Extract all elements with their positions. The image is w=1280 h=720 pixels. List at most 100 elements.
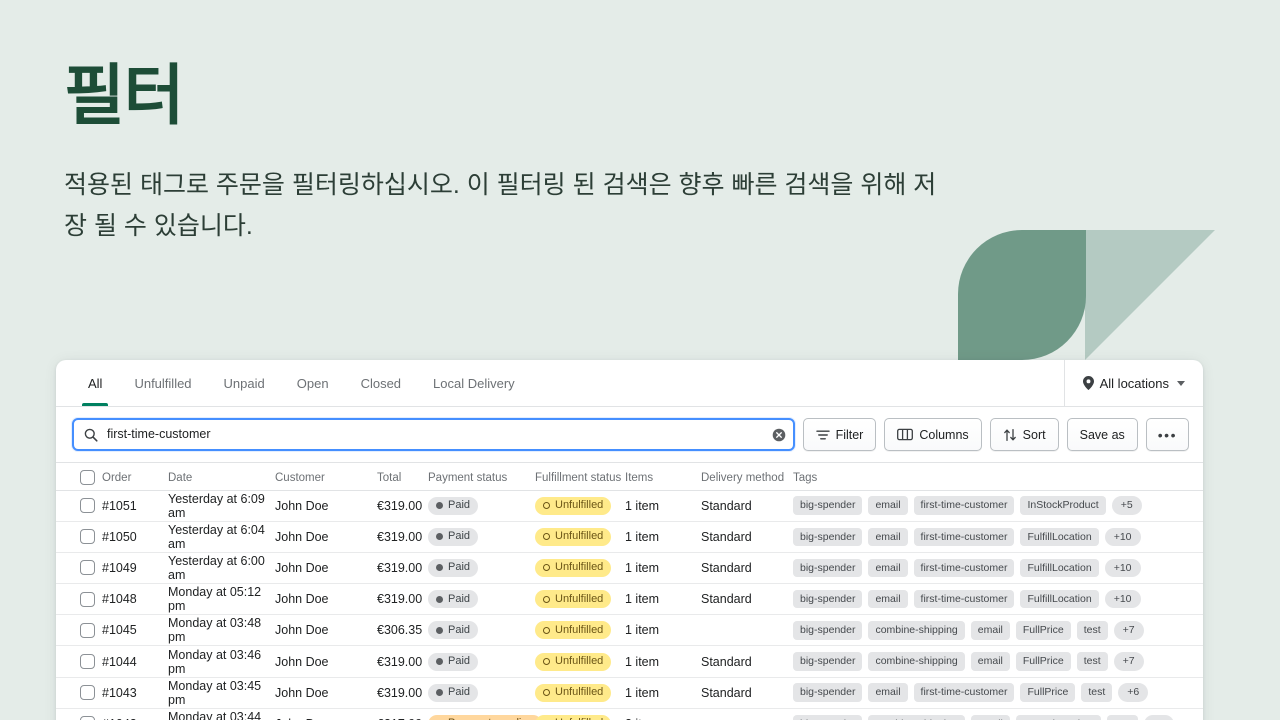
tag-chip[interactable]: big-spender [793,621,863,640]
table-row[interactable]: #1044 Monday at 03:46 pm John Doe €319.00 Pa… [56,646,1203,678]
location-filter-button[interactable]: All locations [1063,360,1203,406]
row-checkbox[interactable] [80,654,95,670]
column-header-date[interactable]: Date [168,463,275,491]
table-row[interactable]: #1051 Yesterday at 6:09 am John Doe €319.00… [56,490,1203,522]
save-as-button[interactable]: Save as [1066,418,1138,451]
tag-overflow-count[interactable]: +7 [1113,652,1144,671]
row-checkbox[interactable] [80,622,95,638]
tab-open[interactable]: Open [281,360,345,406]
tag-chip[interactable]: test [1081,683,1113,702]
status-badge-label: Unfulfilled [555,686,604,699]
status-badge-label: Paid [448,623,471,636]
tag-chip[interactable]: FulfillLocation [1020,527,1099,547]
filter-button[interactable]: Filter [802,418,877,451]
column-header-items[interactable]: Items [625,463,701,491]
tag-chip[interactable]: FulfillLocation [1020,589,1099,609]
tag-chip[interactable]: InStockProduct [1020,496,1106,515]
tag-chip[interactable]: big-spender [793,714,863,720]
tab-unpaid[interactable]: Unpaid [208,360,281,406]
tag-chip[interactable]: FullPrice [1020,683,1076,702]
tag-chip[interactable]: big-spender [793,496,863,515]
tags-cell: big-spender combine-shipping email FullPric… [793,646,1203,677]
tag-chip[interactable]: combine-shipping [868,652,965,671]
status-dot-icon [436,658,443,666]
order-number: #1045 [102,623,137,638]
select-all-checkbox[interactable] [80,470,95,486]
map-pin-icon [1082,376,1094,390]
sort-button[interactable]: Sort [989,418,1059,451]
status-dot-icon [436,533,443,541]
row-checkbox[interactable] [80,498,95,514]
status-badge: Paid [428,590,479,609]
row-checkbox[interactable] [80,685,95,701]
column-header-total[interactable]: Total [377,463,428,491]
order-number: #1048 [102,592,137,607]
tab-all[interactable]: All [72,360,118,406]
tag-chip[interactable]: FullPrice [1015,652,1071,671]
columns-button[interactable]: Columns [884,418,982,451]
row-checkbox[interactable] [80,529,95,545]
tag-chip[interactable]: test [1076,652,1108,671]
ellipsis-icon: ••• [1157,426,1177,443]
tab-label: Closed [360,375,402,391]
tag-list: big-spender combine-shipping email FullPric… [793,621,1203,640]
payment-status-cell: Payment pending [428,708,542,720]
tag-chip[interactable]: email [868,589,908,609]
tag-chip[interactable]: big-spender [793,589,863,609]
tag-chip[interactable]: email [868,527,908,547]
table-row[interactable]: #1042Monday at 03:44 pm John Doe€317.99Pa… [56,708,1203,720]
tag-chip[interactable]: test [1107,714,1138,720]
column-header-customer[interactable]: Customer [275,463,377,491]
tag-chip[interactable]: email [868,683,908,702]
tag-chip[interactable]: email [970,652,1010,671]
tag-overflow-count[interactable]: +10 [1104,558,1141,578]
tag-chip[interactable]: InStockProduct [1015,714,1102,720]
tag-overflow-count[interactable]: +7 [1113,621,1144,640]
tab-closed[interactable]: Closed [345,360,417,406]
table-row[interactable]: #1043 Monday at 03:45 pm John Doe €319.00 Pa… [56,677,1203,709]
tag-chip[interactable]: email [868,558,908,578]
clear-search-icon[interactable] [772,428,786,442]
row-checkbox[interactable] [80,591,95,607]
tag-overflow-count[interactable]: +5 [1111,496,1142,515]
tag-chip[interactable]: first-time-customer [913,683,1015,702]
tag-chip[interactable]: first-time-customer [913,496,1015,515]
tag-chip[interactable]: first-time-customer [913,589,1015,609]
tag-chip[interactable]: test [1076,621,1108,640]
tag-overflow-count[interactable]: +6 [1118,683,1149,702]
tag-chip[interactable]: big-spender [793,652,863,671]
tag-chip[interactable]: FullPrice [1015,621,1071,640]
tag-chip[interactable]: big-spender [793,683,863,702]
tag-chip[interactable]: big-spender [793,527,863,547]
tag-overflow-count[interactable]: +10 [1104,589,1141,609]
column-header-delivery-method[interactable]: Delivery method [701,463,793,491]
tag-chip[interactable]: email [868,496,908,515]
tab-unfulfilled[interactable]: Unfulfilled [118,360,207,406]
column-header-order[interactable]: Order [102,463,168,491]
tag-chip[interactable]: email [970,714,1010,720]
tag-overflow-count[interactable]: +10 [1104,527,1141,547]
column-header-tags[interactable]: Tags [793,463,1203,491]
table-row[interactable]: #1050 Yesterday at 6:04 am John Doe €319.00… [56,521,1203,553]
table-row[interactable]: #1049 Yesterday at 6:00 am John Doe €319.00… [56,552,1203,584]
search-input[interactable]: first-time-customer [72,418,795,451]
columns-button-label: Columns [919,427,969,442]
more-actions-button[interactable]: ••• [1145,418,1189,451]
tag-chip[interactable]: combine-shipping [868,714,965,720]
table-row[interactable]: #1048 Monday at 05:12 pm John Doe €319.00 Pa… [56,584,1203,615]
tag-chip[interactable]: email [970,621,1010,640]
tab-local-delivery[interactable]: Local Delivery [417,360,531,406]
column-header-fulfillment-status[interactable]: Fulfillment status [535,463,625,491]
tag-chip[interactable]: first-time-customer [913,558,1015,578]
row-select-cell [56,708,102,720]
table-row[interactable]: #1045 Monday at 03:48 pm John Doe €306.35 Pa… [56,615,1203,646]
row-checkbox[interactable] [80,716,95,720]
row-checkbox[interactable] [80,560,95,576]
tag-overflow-count[interactable]: +5 [1144,714,1174,720]
tag-chip[interactable]: FulfillLocation [1020,558,1099,578]
status-badge: Paid [428,621,479,640]
column-header-payment-status[interactable]: Payment status [428,463,535,491]
tag-chip[interactable]: big-spender [793,558,863,578]
tag-chip[interactable]: combine-shipping [868,621,965,640]
tag-chip[interactable]: first-time-customer [913,527,1015,547]
